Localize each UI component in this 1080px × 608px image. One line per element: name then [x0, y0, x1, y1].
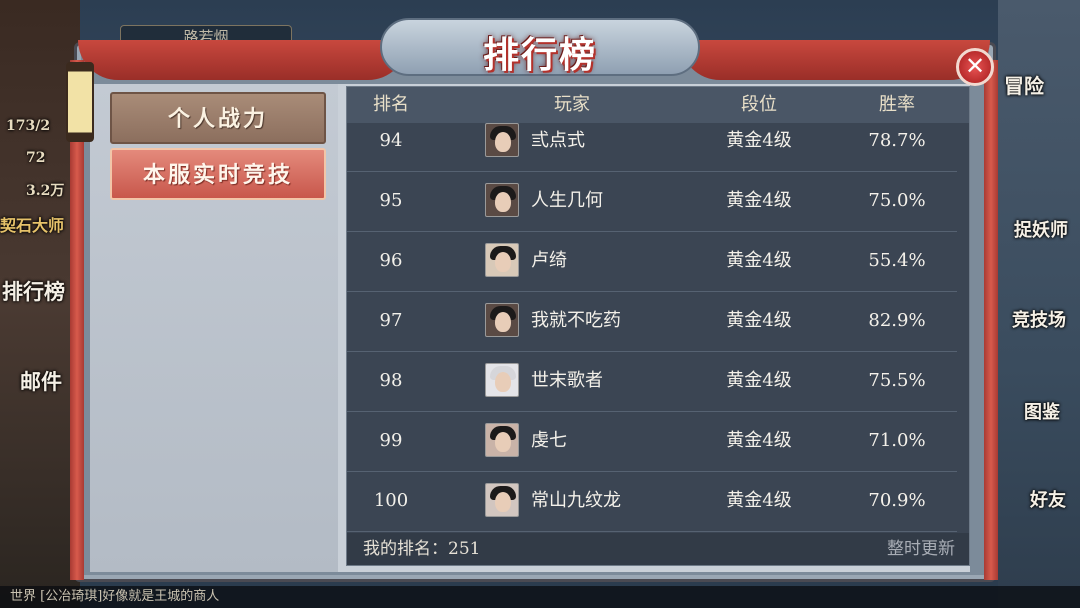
tier-cell: 黄金4级	[726, 190, 792, 211]
win-rate-cell: 75.0%	[868, 190, 926, 211]
ranking-table[interactable]: 排名 玩家 段位 胜率 94 弎点式 黄金4级 78.7% 95 人生几何 黄金…	[346, 86, 970, 566]
player-avatar	[485, 363, 519, 397]
close-button[interactable]: ✕	[956, 48, 994, 86]
left-curtain	[78, 40, 408, 80]
tier-cell: 黄金4级	[726, 310, 792, 331]
player-avatar	[485, 183, 519, 217]
arena-menu-button[interactable]: 竞技场	[1012, 306, 1066, 332]
rank-cell: 97	[379, 310, 403, 331]
gem-counter: 72	[26, 150, 46, 166]
rank-cell: 96	[379, 250, 403, 271]
ranking-menu-button[interactable]: 排行榜	[2, 276, 65, 306]
right-pillar	[984, 60, 998, 580]
win-rate-cell: 82.9%	[868, 310, 926, 331]
tier-cell: 黄金4级	[726, 130, 792, 151]
coin-counter: 3.2万	[26, 183, 65, 199]
my-rank-label: 我的排名：251	[363, 539, 481, 559]
player-avatar	[485, 123, 519, 157]
player-avatar	[485, 303, 519, 337]
tier-cell: 黄金4级	[726, 490, 792, 511]
rank-cell: 99	[379, 430, 403, 451]
world-chat-bar[interactable]: 世界 [公冶琦琪]好像就是王城的商人	[0, 586, 1080, 608]
win-rate-cell: 71.0%	[868, 430, 926, 451]
player-avatar	[485, 423, 519, 457]
tier-cell: 黄金4级	[726, 250, 792, 271]
player-avatar	[485, 243, 519, 277]
win-rate-cell: 78.7%	[868, 130, 926, 151]
adventure-menu-button[interactable]: 冒险	[1004, 70, 1044, 99]
player-avatar	[485, 483, 519, 517]
rank-cell: 100	[373, 490, 409, 511]
stamina-counter: 173/2	[6, 118, 51, 134]
mail-menu-button[interactable]: 邮件	[20, 366, 62, 396]
table-row[interactable]: 96 卢绮 黄金4级 55.4%	[347, 231, 957, 292]
table-row[interactable]: 98 世末歌者 黄金4级 75.5%	[347, 351, 957, 412]
codex-menu-button[interactable]: 图鉴	[1024, 398, 1060, 424]
panel-title: 排行榜	[482, 34, 597, 76]
table-row[interactable]: 100 常山九纹龙 黄金4级 70.9%	[347, 471, 957, 532]
win-rate-cell: 75.5%	[868, 370, 926, 391]
title-badge: 契石大师	[0, 216, 65, 235]
win-rate-cell: 70.9%	[868, 490, 926, 511]
tab-personal-power[interactable]: 个人战力	[110, 92, 326, 144]
table-footer: 我的排名：251 整时更新	[347, 533, 969, 565]
refresh-note: 整时更新	[887, 539, 955, 559]
right-curtain	[680, 40, 990, 80]
tier-cell: 黄金4级	[726, 370, 792, 391]
tab-server-arena[interactable]: 本服实时竞技	[110, 148, 326, 200]
title-plate: 排行榜	[380, 18, 700, 76]
rank-cell: 94	[379, 130, 403, 151]
table-row[interactable]: 95 人生几何 黄金4级 75.0%	[347, 171, 957, 232]
rank-cell: 98	[379, 370, 403, 391]
win-rate-cell: 55.4%	[868, 250, 926, 271]
friends-menu-button[interactable]: 好友	[1030, 486, 1066, 512]
exorcist-menu-button[interactable]: 捉妖师	[1014, 216, 1068, 242]
table-row[interactable]: 97 我就不吃药 黄金4级 82.9%	[347, 291, 957, 352]
table-row[interactable]: 99 虔七 黄金4级 71.0%	[347, 411, 957, 472]
tier-cell: 黄金4级	[726, 430, 792, 451]
table-row[interactable]: 94 弎点式 黄金4级 78.7%	[347, 111, 957, 172]
rank-cell: 95	[379, 190, 403, 211]
lantern-icon	[66, 62, 94, 142]
